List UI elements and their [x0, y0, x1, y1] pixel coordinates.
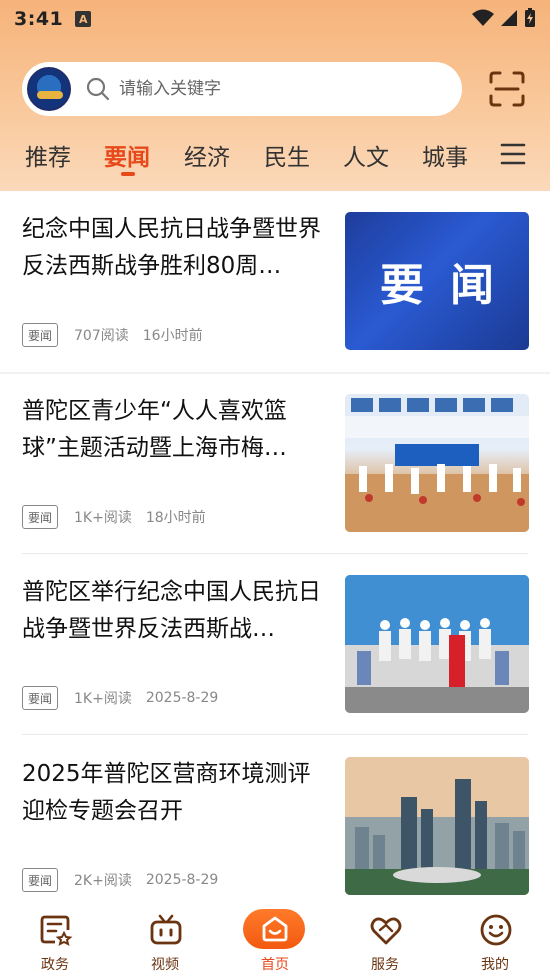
- notification-icon: A: [75, 11, 92, 27]
- category-tabs: 推荐 要闻 经济 民生 人文 城事: [0, 132, 550, 182]
- news-meta: 要闻 1K+阅读 18小时前: [22, 505, 206, 529]
- nav-video[interactable]: 视频: [125, 903, 205, 979]
- nav-government[interactable]: 政务: [15, 903, 95, 979]
- tab-city[interactable]: 城事: [422, 138, 468, 172]
- news-item[interactable]: 普陀区举行纪念中国人民抗日战争暨世界反法西斯战… 要闻 1K+阅读 2025-8…: [0, 554, 550, 735]
- news-meta: 要闻 1K+阅读 2025-8-29: [22, 686, 218, 710]
- news-time: 2025-8-29: [145, 690, 219, 706]
- wifi-icon: [472, 9, 494, 26]
- news-tag: 要闻: [22, 686, 59, 710]
- nav-label: 视频: [151, 957, 179, 973]
- news-thumbnail[interactable]: [345, 757, 529, 895]
- status-time: 3:41: [14, 8, 64, 30]
- bottom-navigation: 政务 视频 首页 服务 我的: [0, 903, 550, 979]
- nav-service[interactable]: 服务: [345, 903, 425, 979]
- thumbnail-text: 要闻: [380, 260, 520, 311]
- tab-livelihood[interactable]: 民生: [264, 138, 310, 172]
- tv-icon: [150, 914, 182, 945]
- news-read-count: 1K+阅读: [74, 510, 132, 526]
- news-meta: 要闻 2K+阅读 2025-8-29: [22, 868, 218, 892]
- signal-icon: [501, 10, 517, 26]
- news-thumbnail[interactable]: [345, 394, 529, 532]
- tab-headlines[interactable]: 要闻: [104, 138, 150, 172]
- news-time: 18小时前: [145, 510, 206, 526]
- tab-recommend[interactable]: 推荐: [25, 138, 71, 172]
- scan-icon[interactable]: [488, 70, 526, 108]
- search-input[interactable]: [119, 79, 419, 99]
- news-title[interactable]: 普陀区举行纪念中国人民抗日战争暨世界反法西斯战…: [22, 574, 330, 648]
- app-logo[interactable]: [27, 67, 71, 111]
- news-read-count: 707阅读: [74, 328, 129, 344]
- news-meta: 要闻 707阅读 16小时前: [22, 323, 203, 347]
- ceremony-image: [345, 575, 529, 713]
- news-tag: 要闻: [22, 505, 59, 529]
- search-icon: [86, 77, 110, 101]
- news-item[interactable]: 普陀区青少年“人人喜欢篮球”主题活动暨上海市梅… 要闻 1K+阅读 18小时前: [0, 373, 550, 554]
- news-item[interactable]: 纪念中国人民抗日战争暨世界反法西斯战争胜利80周… 要闻 707阅读 16小时前…: [0, 191, 550, 372]
- news-tag: 要闻: [22, 868, 59, 892]
- news-thumbnail[interactable]: [345, 575, 529, 713]
- news-title[interactable]: 纪念中国人民抗日战争暨世界反法西斯战争胜利80周…: [22, 211, 330, 285]
- battery-icon: [525, 8, 535, 27]
- heart-hands-icon: [370, 917, 402, 945]
- nav-label: 服务: [371, 957, 399, 973]
- nav-home[interactable]: 首页: [235, 903, 315, 979]
- news-time: 2025-8-29: [145, 872, 219, 888]
- news-title[interactable]: 普陀区青少年“人人喜欢篮球”主题活动暨上海市梅…: [22, 393, 330, 467]
- city-skyline-image: [345, 757, 529, 895]
- search-bar[interactable]: [22, 62, 462, 116]
- tab-economy[interactable]: 经济: [184, 138, 230, 172]
- news-item[interactable]: 2025年普陀区营商环境测评迎检专题会召开 要闻 2K+阅读 2025-8-29: [0, 736, 550, 917]
- news-time: 16小时前: [142, 328, 203, 344]
- news-tag: 要闻: [22, 323, 59, 347]
- active-tab-indicator: [121, 172, 135, 176]
- news-thumbnail[interactable]: 要闻: [345, 212, 529, 350]
- divider: [22, 734, 528, 735]
- home-icon: [262, 916, 288, 942]
- status-bar: 3:41 A: [0, 0, 550, 38]
- nav-label: 我的: [481, 957, 509, 973]
- news-read-count: 2K+阅读: [74, 873, 132, 889]
- smiley-icon: [480, 914, 512, 946]
- menu-icon[interactable]: [500, 142, 526, 166]
- nav-label: 政务: [41, 957, 69, 973]
- news-title[interactable]: 2025年普陀区营商环境测评迎检专题会召开: [22, 756, 330, 830]
- basketball-event-image: [345, 394, 529, 532]
- status-indicators: [472, 8, 536, 28]
- news-read-count: 1K+阅读: [74, 691, 132, 707]
- nav-profile[interactable]: 我的: [455, 903, 535, 979]
- document-star-icon: [40, 915, 73, 946]
- tab-culture[interactable]: 人文: [343, 138, 389, 172]
- nav-label: 首页: [261, 957, 289, 973]
